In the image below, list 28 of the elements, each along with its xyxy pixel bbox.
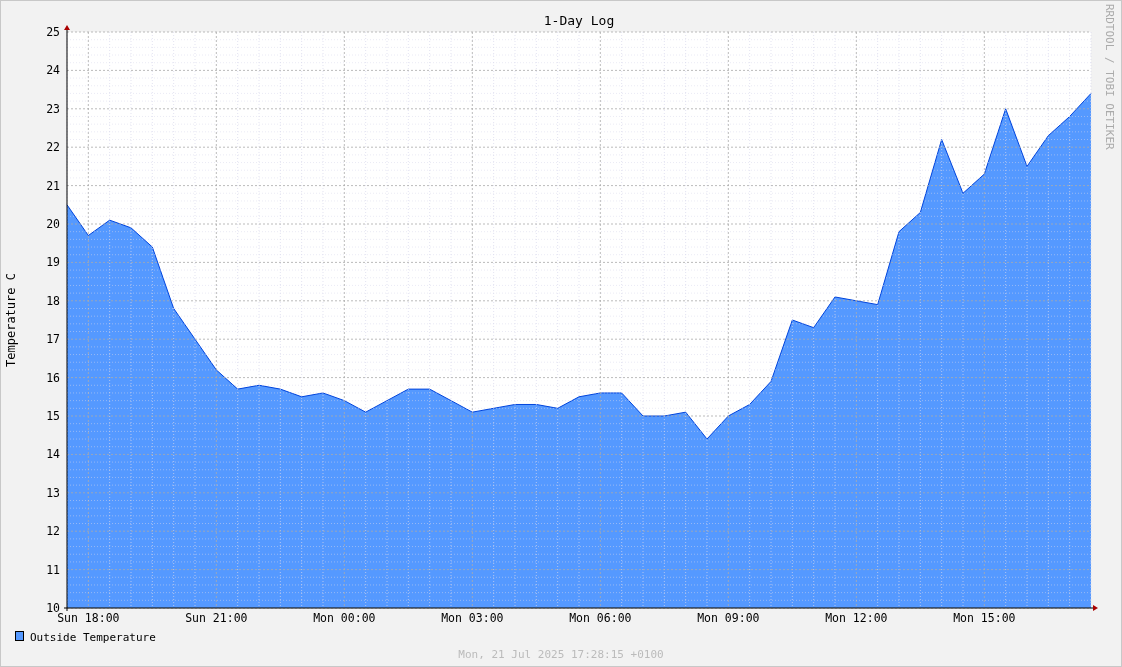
y-axis-label: Temperature C [4, 273, 18, 367]
x-tick-label: Mon 00:00 [313, 611, 376, 625]
x-tick-label: Mon 09:00 [697, 611, 760, 625]
x-tick-label: Sun 21:00 [185, 611, 248, 625]
credit-text: RRDTOOL / TOBI OETIKER [1103, 4, 1116, 150]
y-tick-label: 12 [46, 524, 60, 539]
y-tick-label: 14 [46, 447, 60, 462]
chart-title: 1-Day Log [543, 13, 615, 28]
legend-label: Outside Temperature [30, 631, 156, 644]
y-tick-label: 11 [46, 562, 60, 577]
x-tick-label: Mon 03:00 [441, 611, 504, 625]
y-tick-label: 22 [46, 140, 60, 155]
y-tick-label: 10 [46, 601, 60, 615]
y-tick-label: 16 [46, 370, 60, 385]
y-tick-label: 15 [46, 409, 60, 423]
x-tick-label: Sun 18:00 [57, 611, 120, 625]
y-tick-label: 20 [46, 217, 60, 231]
x-tick-label: Mon 12:00 [825, 611, 888, 625]
y-tick-label: 23 [46, 101, 60, 116]
y-tick-label: 19 [46, 255, 60, 270]
y-tick-label: 17 [46, 332, 60, 347]
x-tick-label: Mon 15:00 [953, 611, 1016, 625]
x-tick-label: Mon 06:00 [569, 611, 632, 625]
y-tick-label: 24 [46, 63, 60, 78]
y-tick-label: 25 [46, 25, 60, 39]
y-tick-label: 21 [46, 178, 60, 193]
y-tick-label: 13 [46, 485, 60, 500]
y-tick-label: 18 [46, 293, 60, 308]
